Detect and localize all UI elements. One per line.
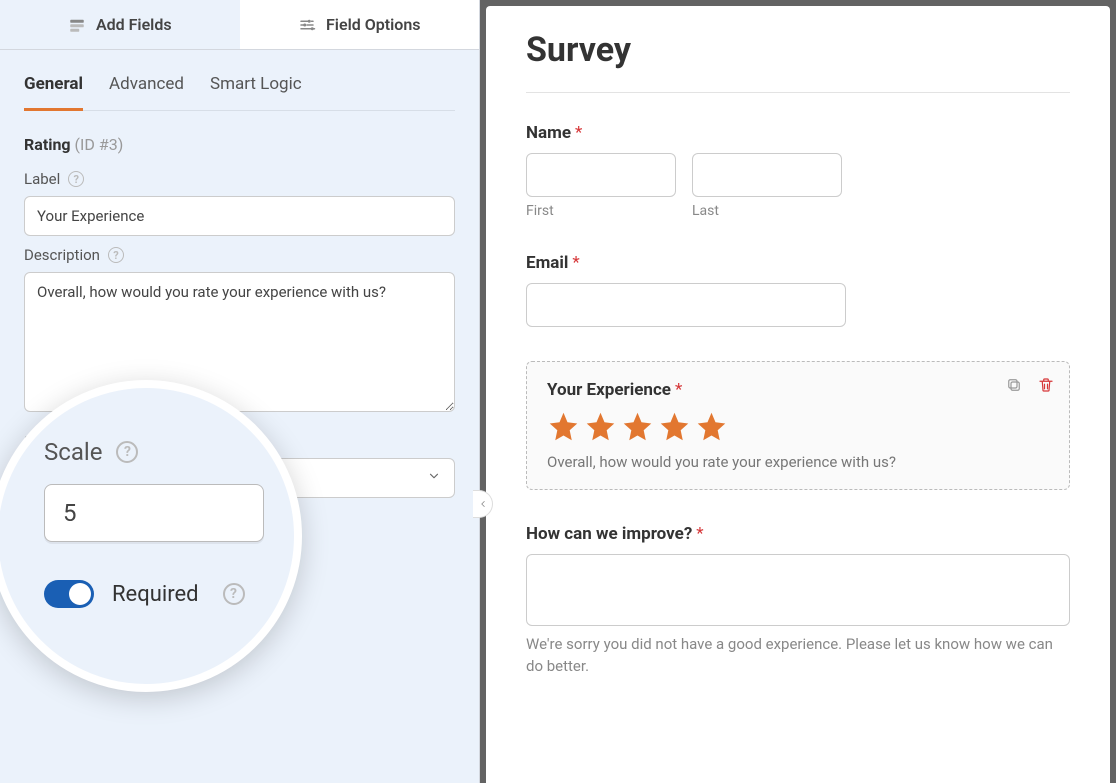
first-name-sublabel: First: [526, 203, 676, 219]
last-name-input[interactable]: [692, 153, 842, 197]
subtab-smart-logic[interactable]: Smart Logic: [210, 74, 302, 110]
star-icon[interactable]: [547, 410, 580, 443]
required-indicator: *: [696, 524, 703, 544]
help-icon[interactable]: ?: [68, 171, 84, 187]
experience-field-selected[interactable]: Your Experience* Overall, how would you …: [526, 361, 1070, 490]
form-title: Survey: [526, 30, 1070, 70]
email-input[interactable]: [526, 283, 846, 327]
scale-select-zoom-value: 5: [63, 499, 77, 527]
chevron-left-icon: [478, 499, 488, 509]
tab-field-options[interactable]: Field Options: [240, 0, 480, 49]
experience-description: Overall, how would you rate your experie…: [547, 453, 1049, 471]
help-icon[interactable]: ?: [108, 247, 124, 263]
duplicate-icon[interactable]: [1005, 376, 1023, 394]
required-label-zoom: Required: [112, 582, 199, 607]
star-rating[interactable]: [547, 410, 1049, 443]
required-indicator: *: [575, 123, 582, 143]
experience-label: Your Experience*: [547, 380, 1049, 400]
tab-field-options-label: Field Options: [326, 15, 420, 34]
email-field[interactable]: Email*: [526, 253, 1070, 327]
divider: [526, 92, 1070, 93]
label-label: Label ?: [24, 170, 455, 188]
top-tabs: Add Fields Field Options: [0, 0, 479, 50]
required-toggle-zoom[interactable]: [44, 580, 94, 608]
required-indicator: *: [675, 380, 682, 400]
help-icon[interactable]: ?: [116, 441, 138, 463]
help-icon[interactable]: ?: [223, 583, 245, 605]
scale-select-zoom[interactable]: 5: [44, 484, 264, 542]
field-options-icon: [298, 16, 316, 34]
field-heading: Rating (ID #3): [0, 111, 479, 160]
subtabs: General Advanced Smart Logic: [24, 50, 455, 111]
improve-label: How can we improve?*: [526, 524, 1070, 544]
improve-help-text: We're sorry you did not have a good expe…: [526, 634, 1070, 678]
form-preview: Survey Name* First Last Email*: [486, 6, 1110, 783]
scale-label-zoom: Scale ?: [44, 438, 264, 466]
label-label-text: Label: [24, 170, 60, 188]
last-name-sublabel: Last: [692, 203, 842, 219]
sidebar: Add Fields Field Options General Advance…: [0, 0, 480, 783]
required-row-zoom: Required ?: [44, 580, 264, 608]
zoom-lens: Scale ? 5 Required ?: [0, 380, 302, 692]
star-icon[interactable]: [584, 410, 617, 443]
label-group: Label ?: [0, 160, 479, 236]
delete-icon[interactable]: [1037, 376, 1055, 394]
star-icon[interactable]: [621, 410, 654, 443]
name-field[interactable]: Name* First Last: [526, 123, 1070, 219]
experience-label-text: Your Experience: [547, 380, 671, 400]
star-icon[interactable]: [695, 410, 728, 443]
field-id: (ID #3): [75, 135, 124, 154]
tab-add-fields-label: Add Fields: [96, 15, 172, 34]
description-label-text: Description: [24, 246, 100, 264]
improve-field[interactable]: How can we improve?* We're sorry you did…: [526, 524, 1070, 678]
subtab-general[interactable]: General: [24, 74, 83, 111]
required-indicator: *: [572, 253, 579, 273]
name-label-text: Name: [526, 123, 571, 143]
scale-label-zoom-text: Scale: [44, 438, 102, 466]
email-label: Email*: [526, 253, 1070, 273]
subtab-advanced[interactable]: Advanced: [109, 74, 184, 110]
email-label-text: Email: [526, 253, 568, 273]
name-label: Name*: [526, 123, 1070, 143]
description-group: Description ? Overall, how would you rat…: [0, 236, 479, 416]
improve-label-text: How can we improve?: [526, 524, 692, 544]
label-input[interactable]: [24, 196, 455, 236]
field-type: Rating: [24, 135, 71, 154]
first-name-input[interactable]: [526, 153, 676, 197]
star-icon[interactable]: [658, 410, 691, 443]
description-label: Description ?: [24, 246, 455, 264]
add-fields-icon: [68, 16, 86, 34]
tab-add-fields[interactable]: Add Fields: [0, 0, 240, 49]
improve-textarea[interactable]: [526, 554, 1070, 626]
